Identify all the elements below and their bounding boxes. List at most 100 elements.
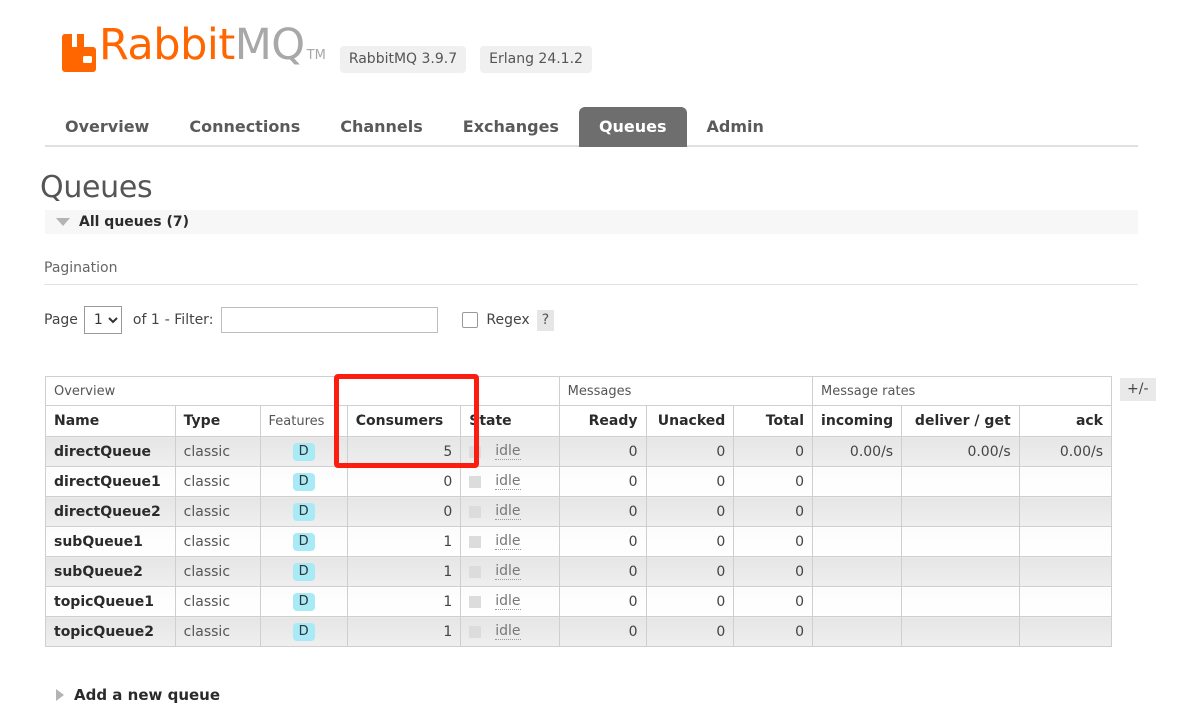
cell-incoming — [812, 556, 903, 587]
column-header-deliver-get[interactable]: deliver / get — [901, 405, 1020, 437]
state-indicator-group: idle — [469, 473, 550, 490]
cell-ack — [1018, 496, 1113, 527]
table-row[interactable]: topicQueue1 classic D 1 idle 0 0 0 — [45, 586, 1113, 617]
column-header-consumers[interactable]: Consumers — [346, 405, 462, 437]
cell-state: idle — [460, 616, 560, 647]
cell-incoming — [812, 616, 903, 647]
column-header-state[interactable]: State — [460, 405, 560, 437]
cell-consumers: 0 — [346, 496, 462, 527]
cell-incoming — [812, 496, 903, 527]
table-row[interactable]: subQueue1 classic D 1 idle 0 0 0 — [45, 526, 1113, 557]
cell-unacked: 0 — [645, 526, 735, 557]
state-text[interactable]: idle — [495, 503, 521, 520]
cell-features: D — [259, 526, 348, 557]
cell-unacked: 0 — [645, 616, 735, 647]
table-row[interactable]: subQueue2 classic D 1 idle 0 0 0 — [45, 556, 1113, 587]
filter-input[interactable] — [221, 307, 439, 333]
state-indicator-group: idle — [469, 593, 550, 610]
table-row[interactable]: directQueue1 classic D 0 idle 0 0 0 — [45, 466, 1113, 497]
state-text[interactable]: idle — [495, 473, 521, 490]
cell-queue-name[interactable]: subQueue2 — [45, 556, 176, 587]
state-indicator-group: idle — [469, 563, 550, 580]
section-divider — [44, 284, 1138, 285]
cell-total: 0 — [733, 466, 814, 497]
cell-unacked: 0 — [645, 586, 735, 617]
table-row[interactable]: topicQueue2 classic D 1 idle 0 0 0 — [45, 616, 1113, 647]
cell-ready: 0 — [558, 496, 647, 527]
table-head: Overview Messages Message rates Name Typ… — [45, 376, 1113, 437]
regex-help-icon[interactable]: ? — [536, 309, 555, 331]
add-new-queue-toggle[interactable]: Add a new queue — [56, 686, 220, 704]
cell-total: 0 — [733, 496, 814, 527]
column-header-ack[interactable]: ack — [1018, 405, 1113, 437]
cell-unacked: 0 — [645, 556, 735, 587]
cell-queue-type: classic — [174, 496, 261, 527]
cell-queue-name[interactable]: subQueue1 — [45, 526, 176, 557]
cell-incoming — [812, 586, 903, 617]
state-text[interactable]: idle — [495, 593, 521, 610]
table-row[interactable]: directQueue2 classic D 0 idle 0 0 0 — [45, 496, 1113, 527]
cell-queue-type: classic — [174, 586, 261, 617]
group-header-message-rates: Message rates — [812, 376, 1112, 406]
tab-queues[interactable]: Queues — [578, 107, 687, 147]
tab-admin[interactable]: Admin — [687, 107, 784, 147]
cell-total: 0 — [733, 556, 814, 587]
cell-queue-name[interactable]: directQueue — [45, 436, 176, 467]
cell-deliver-get — [901, 586, 1020, 617]
cell-ready: 0 — [558, 616, 647, 647]
cell-ack — [1018, 586, 1113, 617]
durable-badge: D — [292, 622, 315, 641]
cell-consumers: 1 — [346, 616, 462, 647]
pagination-section-label: Pagination — [44, 260, 118, 276]
all-queues-label: All queues (7) — [79, 214, 189, 230]
state-text[interactable]: idle — [495, 563, 521, 580]
column-header-incoming[interactable]: incoming — [812, 405, 903, 437]
column-header-total[interactable]: Total — [733, 405, 814, 437]
cell-total: 0 — [733, 586, 814, 617]
pagination-controls: Page 1 of 1 - Filter: Regex ? — [44, 305, 555, 335]
regex-checkbox[interactable] — [462, 312, 479, 328]
page-total-label: of 1 — [132, 312, 160, 328]
main-navigation: Overview Connections Channels Exchanges … — [45, 105, 1138, 147]
cell-ack — [1018, 616, 1113, 647]
cell-state: idle — [460, 436, 560, 467]
column-header-features: Features — [259, 405, 348, 437]
cell-state: idle — [460, 526, 560, 557]
toggle-columns-button[interactable]: +/- — [1120, 378, 1156, 401]
state-text[interactable]: idle — [495, 533, 521, 550]
cell-ack: 0.00/s — [1018, 436, 1113, 467]
cell-consumers: 1 — [346, 526, 462, 557]
cell-deliver-get — [901, 616, 1020, 647]
cell-ready: 0 — [558, 526, 647, 557]
state-indicator-group: idle — [469, 623, 550, 640]
durable-badge: D — [292, 472, 315, 491]
cell-queue-name[interactable]: directQueue2 — [45, 496, 176, 527]
cell-deliver-get — [901, 526, 1020, 557]
cell-deliver-get — [901, 466, 1020, 497]
tab-overview[interactable]: Overview — [45, 107, 169, 147]
cell-queue-name[interactable]: topicQueue1 — [45, 586, 176, 617]
tab-channels[interactable]: Channels — [320, 107, 443, 147]
cell-features: D — [259, 466, 348, 497]
rabbitmq-logo[interactable]: RabbitMQ TM RabbitMQ 3.9.7 Erlang 24.1.2 — [62, 24, 592, 77]
column-header-ready[interactable]: Ready — [558, 405, 647, 437]
state-indicator-group: idle — [469, 443, 550, 460]
column-header-type[interactable]: Type — [174, 405, 261, 437]
state-text[interactable]: idle — [495, 443, 521, 460]
column-header-unacked[interactable]: Unacked — [645, 405, 735, 437]
cell-ready: 0 — [558, 466, 647, 497]
table-row[interactable]: directQueue classic D 5 idle 0 0 0 0.00/s 0.00/s 0… — [45, 436, 1113, 467]
logo-mq-text: MQ — [234, 20, 305, 70]
cell-state: idle — [460, 586, 560, 617]
queues-table: Overview Messages Message rates Name Typ… — [45, 376, 1113, 647]
tab-exchanges[interactable]: Exchanges — [443, 107, 579, 147]
page-select[interactable]: 1 — [83, 306, 122, 334]
cell-queue-name[interactable]: directQueue1 — [45, 466, 176, 497]
state-text[interactable]: idle — [495, 623, 521, 640]
cell-features: D — [259, 556, 348, 587]
cell-queue-name[interactable]: topicQueue2 — [45, 616, 176, 647]
cell-queue-type: classic — [174, 616, 261, 647]
all-queues-section-toggle[interactable]: All queues (7) — [45, 210, 1138, 234]
tab-connections[interactable]: Connections — [169, 107, 320, 147]
column-header-name[interactable]: Name — [45, 405, 176, 437]
